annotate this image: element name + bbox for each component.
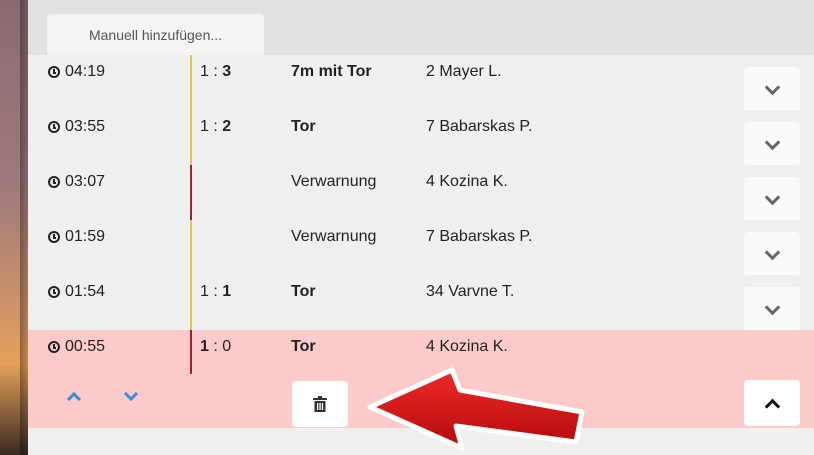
event-type-bar bbox=[190, 55, 192, 110]
red-arrow-annotation bbox=[367, 367, 585, 451]
clock-icon bbox=[48, 66, 60, 78]
score: 1 : 2 bbox=[200, 118, 232, 135]
event-time: 01:59 bbox=[48, 228, 105, 246]
event-row[interactable]: 03:55 1 : 2 Tor 7 Babarskas P. bbox=[28, 110, 814, 166]
event-type: Tor bbox=[291, 283, 316, 300]
chevron-down-icon bbox=[764, 189, 780, 205]
player-name: 4 Kozina K. bbox=[426, 173, 508, 190]
expand-button[interactable] bbox=[744, 232, 800, 276]
chevron-up-icon bbox=[764, 398, 780, 414]
chevron-down-icon bbox=[764, 134, 780, 150]
event-type: Verwarnung bbox=[291, 228, 377, 245]
event-type: Verwarnung bbox=[291, 173, 377, 190]
clock-icon bbox=[48, 176, 60, 188]
event-type-bar bbox=[190, 275, 192, 330]
player-name: 7 Babarskas P. bbox=[426, 118, 533, 135]
player-name: 34 Varvne T. bbox=[426, 283, 515, 300]
expand-button[interactable] bbox=[744, 177, 800, 221]
delete-button[interactable] bbox=[292, 381, 348, 427]
event-row[interactable]: 03:07 Verwarnung 4 Kozina K. bbox=[28, 165, 814, 221]
event-row[interactable]: 01:59 Verwarnung 7 Babarskas P. bbox=[28, 220, 814, 276]
score: 1 : 1 bbox=[200, 283, 232, 300]
score: 1 : 3 bbox=[200, 63, 232, 80]
clock-icon bbox=[48, 231, 60, 243]
expand-button[interactable] bbox=[744, 122, 800, 166]
move-down-button[interactable] bbox=[121, 386, 141, 406]
event-row[interactable]: 01:54 1 : 1 Tor 34 Varvne T. bbox=[28, 275, 814, 331]
move-up-button[interactable] bbox=[64, 386, 84, 407]
event-type-bar bbox=[190, 165, 192, 220]
expand-button[interactable] bbox=[744, 67, 800, 111]
event-time: 00:55 bbox=[48, 338, 105, 356]
clock-icon bbox=[48, 121, 60, 133]
arrow-down-icon bbox=[123, 386, 139, 402]
chevron-down-icon bbox=[764, 244, 780, 260]
clock-icon bbox=[48, 341, 60, 353]
event-time: 03:55 bbox=[48, 118, 105, 136]
score: 1 : 0 bbox=[200, 338, 232, 355]
event-row[interactable]: 04:19 1 : 3 7m mit Tor 2 Mayer L. bbox=[28, 55, 814, 111]
event-time: 01:54 bbox=[48, 283, 105, 301]
trash-icon bbox=[313, 396, 327, 412]
expand-button[interactable] bbox=[744, 287, 800, 331]
event-time: 03:07 bbox=[48, 173, 105, 191]
event-type-bar bbox=[190, 220, 192, 275]
add-manually-button[interactable]: Manuell hinzufügen... bbox=[47, 14, 264, 56]
player-name: 7 Babarskas P. bbox=[426, 228, 533, 245]
player-name: 4 Kozina K. bbox=[426, 338, 508, 355]
event-time: 04:19 bbox=[48, 63, 105, 81]
event-type-bar bbox=[190, 110, 192, 165]
collapse-button[interactable] bbox=[744, 380, 800, 426]
arrow-up-icon bbox=[66, 391, 82, 407]
chevron-down-icon bbox=[764, 79, 780, 95]
event-panel: Manuell hinzufügen... 04:19 1 : 3 7m mit… bbox=[28, 0, 814, 455]
event-type: 7m mit Tor bbox=[291, 63, 372, 80]
clock-icon bbox=[48, 286, 60, 298]
chevron-down-icon bbox=[764, 299, 780, 315]
event-type: Tor bbox=[291, 338, 316, 355]
event-type: Tor bbox=[291, 118, 316, 135]
player-name: 2 Mayer L. bbox=[426, 63, 502, 80]
